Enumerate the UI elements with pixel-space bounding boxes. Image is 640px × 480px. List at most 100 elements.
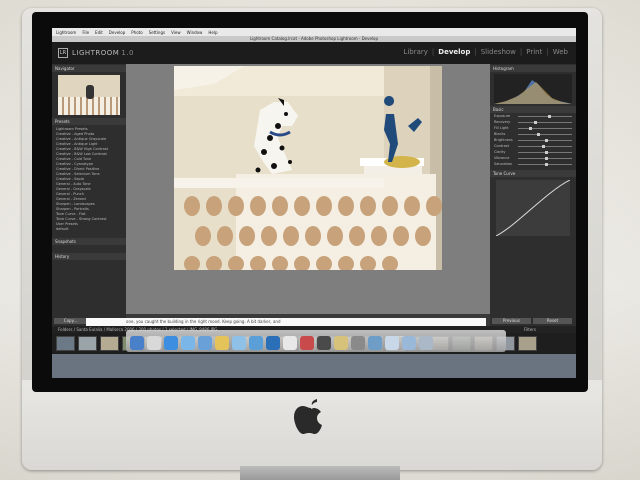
desktop-background [52, 354, 576, 378]
module-slideshow[interactable]: Slideshow [481, 48, 516, 56]
slider-knob[interactable] [545, 150, 548, 154]
dock-app-icon[interactable] [300, 336, 314, 350]
slider-track[interactable] [518, 150, 572, 154]
slider-knob[interactable] [545, 156, 548, 160]
slider-knob[interactable] [534, 120, 538, 124]
dock-app-icon[interactable] [232, 336, 246, 350]
tone-curve-header[interactable]: Tone Curve [490, 170, 576, 177]
module-separator: | [474, 48, 477, 56]
preset-item[interactable]: default [56, 227, 122, 232]
slider-label: Blacks [494, 132, 506, 136]
dock-app-icon[interactable] [283, 336, 297, 350]
dock-app-icon[interactable] [198, 336, 212, 350]
image-view[interactable] [126, 64, 490, 314]
slider-row: Saturation [494, 161, 572, 167]
dock-app-icon[interactable] [164, 336, 178, 350]
dock-app-icon[interactable] [181, 336, 195, 350]
dock [126, 330, 506, 352]
slider-knob[interactable] [528, 126, 532, 130]
slider-knob[interactable] [545, 138, 548, 142]
module-separator: | [519, 48, 523, 56]
slider-track[interactable] [518, 126, 572, 130]
dock-app-icon[interactable] [130, 336, 144, 350]
previous-button[interactable]: Previous [492, 318, 531, 324]
menu-edit[interactable]: Edit [95, 30, 103, 35]
slider-track[interactable] [518, 120, 572, 124]
tone-curve-line [495, 179, 571, 237]
menu-view[interactable]: View [171, 30, 181, 35]
photo-scene: Lightroom File Edit Develop Photo Settin… [0, 0, 640, 480]
slider-knob[interactable] [547, 114, 551, 118]
dock-app-icon[interactable] [249, 336, 263, 350]
navigator-preview[interactable] [58, 75, 120, 115]
module-library[interactable]: Library [403, 48, 427, 56]
dock-app-icon[interactable] [317, 336, 331, 350]
filmstrip-thumbnail[interactable] [56, 336, 75, 351]
basic-header[interactable]: Basic [490, 106, 576, 113]
snapshots-header[interactable]: Snapshots [52, 238, 126, 245]
dock-app-icon[interactable] [215, 336, 229, 350]
slider-track[interactable] [518, 114, 572, 118]
imac-stand [240, 466, 400, 480]
tone-curve-graph[interactable] [495, 179, 571, 237]
copy-button[interactable]: Copy... [54, 318, 87, 324]
brand-name: LIGHTROOM [72, 49, 120, 57]
brand-version: 1.0 [121, 49, 134, 57]
module-separator: | [431, 48, 435, 56]
dock-app-icon[interactable] [368, 336, 382, 350]
menu-develop[interactable]: Develop [109, 30, 125, 35]
menu-bar: Lightroom File Edit Develop Photo Settin… [52, 28, 576, 36]
module-web[interactable]: Web [553, 48, 568, 56]
filmstrip-thumbnail[interactable] [518, 336, 537, 351]
dock-app-icon[interactable] [334, 336, 348, 350]
module-picker: Library | Develop | Slideshow | Print | … [399, 48, 568, 56]
histogram [494, 74, 572, 104]
navigator-header[interactable]: Navigator [52, 65, 126, 72]
dock-app-icon[interactable] [351, 336, 365, 350]
menu-lightroom[interactable]: Lightroom [56, 30, 76, 35]
identity-plate: LR LIGHTROOM 1.0 Library | Develop | Sli… [52, 42, 576, 64]
menu-window[interactable]: Window [187, 30, 203, 35]
menu-settings[interactable]: Settings [149, 30, 165, 35]
slider-label: Fill Light [494, 126, 509, 130]
menu-photo[interactable]: Photo [131, 30, 142, 35]
filmstrip-filters[interactable]: Filters [524, 326, 536, 333]
slider-label: Vibrance [494, 156, 510, 160]
slider-track[interactable] [518, 144, 572, 148]
module-print[interactable]: Print [526, 48, 542, 56]
presets-list: Lightroom Presets Creative - Aged Photo Cr… [52, 125, 126, 234]
right-panel: Histogram Basic Exposure Recovery Fill Lig… [490, 64, 576, 326]
slider-track[interactable] [518, 132, 572, 136]
dock-app-icon[interactable] [147, 336, 161, 350]
dock-app-icon[interactable] [402, 336, 416, 350]
filmstrip-thumbnail[interactable] [78, 336, 97, 351]
slider-knob[interactable] [545, 162, 548, 166]
menu-help[interactable]: Help [208, 30, 217, 35]
slider-track[interactable] [518, 162, 572, 166]
dock-app-icon[interactable] [419, 336, 433, 350]
dalmatian-photo [174, 66, 442, 270]
histogram-graph [494, 80, 572, 104]
module-separator: | [546, 48, 549, 56]
module-develop[interactable]: Develop [438, 48, 470, 56]
dock-app-icon[interactable] [385, 336, 399, 350]
presets-header[interactable]: Presets [52, 118, 126, 125]
slider-track[interactable] [518, 138, 572, 142]
lightroom-window: Lightroom File Edit Develop Photo Settin… [52, 28, 576, 354]
slider-label: Recovery [494, 120, 511, 124]
reset-button[interactable]: Reset [533, 318, 572, 324]
menu-file[interactable]: File [82, 30, 89, 35]
histogram-header[interactable]: Histogram [490, 65, 576, 72]
slider-track[interactable] [518, 156, 572, 160]
dock-app-icon[interactable] [266, 336, 280, 350]
right-panel-buttons: Previous Reset [492, 318, 574, 324]
left-panel: Navigator Presets Lightroom Presets Creat… [52, 64, 126, 326]
apple-logo-icon [294, 399, 322, 434]
history-header[interactable]: History [52, 253, 126, 260]
slider-knob[interactable] [536, 132, 540, 136]
slider-label: Contrast [494, 144, 509, 148]
slider-label: Brightness [494, 138, 513, 142]
filmstrip-thumbnail[interactable] [100, 336, 119, 351]
slider-knob[interactable] [542, 144, 546, 148]
basic-sliders: Exposure Recovery Fill Light Blacks Brightne… [490, 113, 576, 167]
